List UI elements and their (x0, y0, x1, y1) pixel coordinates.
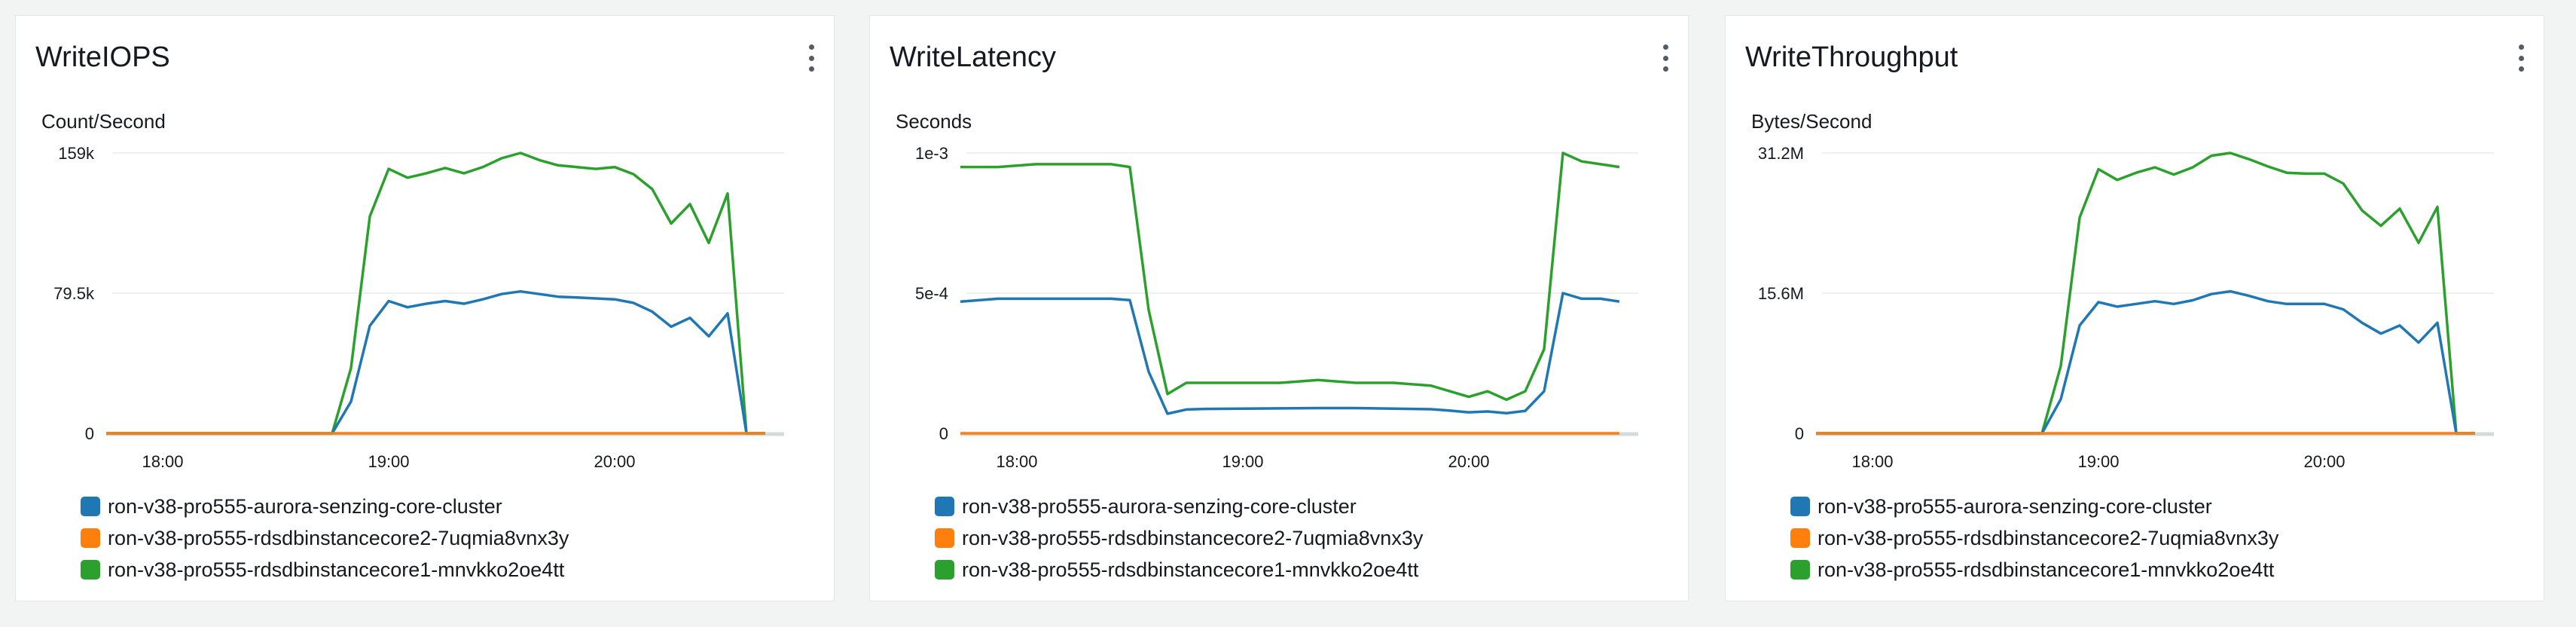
line-chart: Count/Second 0 79.5k 159k 18:00 19:00 20:00 (41, 110, 784, 471)
series-line (1816, 289, 2475, 435)
legend-label: ron-v38-pro555-rdsdbinstancecore2-7uqmia… (108, 526, 569, 549)
y-axis-unit-label: Seconds (896, 110, 972, 133)
legend-item-cluster[interactable]: ron-v38-pro555-aurora-senzing-core-clust… (81, 491, 569, 522)
x-tick-label: 18:00 (1851, 452, 1893, 471)
legend-label: ron-v38-pro555-rdsdbinstancecore1-mnvkko… (108, 558, 565, 581)
legend-label: ron-v38-pro555-aurora-senzing-core-clust… (962, 494, 1357, 518)
y-tick-label: 0 (1795, 424, 1804, 443)
x-tick-label: 18:00 (142, 452, 183, 471)
legend-swatch (81, 497, 100, 516)
legend-label: ron-v38-pro555-aurora-senzing-core-clust… (108, 494, 502, 518)
x-tick-label: 19:00 (2077, 452, 2119, 471)
legend-item-core1[interactable]: ron-v38-pro555-rdsdbinstancecore1-mnvkko… (935, 554, 1423, 586)
y-tick-label: 159k (58, 144, 95, 163)
y-axis-unit-label: Count/Second (41, 110, 166, 133)
y-tick-label: 79.5k (53, 284, 95, 303)
y-tick-label: 5e-4 (915, 284, 948, 303)
legend-item-core2[interactable]: ron-v38-pro555-rdsdbinstancecore2-7uqmia… (935, 522, 1423, 554)
line-chart: Bytes/Second 0 15.6M 31.2M 18:00 19:00 20:00 (1751, 110, 2494, 471)
y-tick-label: 31.2M (1758, 144, 1804, 163)
legend-label: ron-v38-pro555-rdsdbinstancecore1-mnvkko… (1818, 558, 2275, 581)
legend-swatch (935, 560, 954, 580)
legend-swatch (1790, 560, 1810, 580)
x-tick-label: 18:00 (996, 452, 1037, 471)
series-line (960, 151, 1620, 402)
legend-swatch (1790, 497, 1810, 516)
legend-label: ron-v38-pro555-rdsdbinstancecore2-7uqmia… (962, 526, 1424, 549)
y-tick-label: 0 (939, 424, 948, 443)
legend-item-cluster[interactable]: ron-v38-pro555-aurora-senzing-core-clust… (935, 491, 1423, 522)
legend-item-core2[interactable]: ron-v38-pro555-rdsdbinstancecore2-7uqmia… (1790, 522, 2278, 554)
legend-label: ron-v38-pro555-rdsdbinstancecore1-mnvkko… (962, 558, 1419, 581)
legend-item-cluster[interactable]: ron-v38-pro555-aurora-senzing-core-clust… (1790, 491, 2278, 522)
legend: ron-v38-pro555-aurora-senzing-core-clust… (1790, 491, 2278, 586)
y-axis-unit-label: Bytes/Second (1751, 110, 1872, 133)
widget-write-iops: WriteIOPS Count/Second 0 79.5k 159k 18:00 19:… (15, 15, 835, 601)
legend-item-core1[interactable]: ron-v38-pro555-rdsdbinstancecore1-mnvkko… (81, 554, 569, 586)
legend-swatch (1790, 528, 1810, 548)
widget-write-latency: WriteLatency Seconds 0 5e-4 1e-3 18:00 19:00 2… (869, 15, 1689, 601)
y-tick-label: 0 (85, 424, 94, 443)
series-line (106, 289, 765, 435)
x-tick-label: 20:00 (1448, 452, 1489, 471)
legend-label: ron-v38-pro555-rdsdbinstancecore2-7uqmia… (1818, 526, 2279, 549)
legend-item-core2[interactable]: ron-v38-pro555-rdsdbinstancecore2-7uqmia… (81, 522, 569, 554)
x-tick-label: 19:00 (368, 452, 409, 471)
legend-swatch (81, 560, 100, 580)
series-line (960, 292, 1620, 415)
legend-swatch (81, 528, 100, 548)
y-tick-label: 15.6M (1758, 284, 1804, 303)
widget-write-throughput: WriteThroughput Bytes/Second 0 15.6M 31.2M 1… (1725, 15, 2544, 601)
legend: ron-v38-pro555-aurora-senzing-core-clust… (81, 491, 569, 586)
line-chart: Seconds 0 5e-4 1e-3 18:00 19:00 20:00 (896, 110, 1638, 471)
legend-label: ron-v38-pro555-aurora-senzing-core-clust… (1818, 494, 2212, 518)
y-tick-label: 1e-3 (915, 144, 948, 163)
x-tick-label: 19:00 (1222, 452, 1263, 471)
x-tick-label: 20:00 (594, 452, 635, 471)
legend: ron-v38-pro555-aurora-senzing-core-clust… (935, 491, 1423, 586)
legend-swatch (935, 528, 954, 548)
x-tick-label: 20:00 (2303, 452, 2345, 471)
legend-item-core1[interactable]: ron-v38-pro555-rdsdbinstancecore1-mnvkko… (1790, 554, 2278, 586)
legend-swatch (935, 497, 954, 516)
